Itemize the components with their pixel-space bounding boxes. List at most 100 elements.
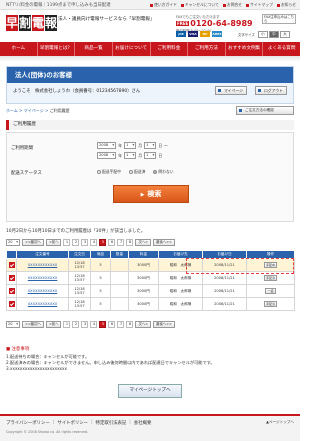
top-bar: NTTリ/料金の電報｜1199点まで申し込みも当日配達 使い方ガイド キャンセル…: [0, 0, 300, 10]
search-panel: ご利用期間 2008年 1月 1日 〜 2008年 1月 1日 配送ステータス …: [6, 132, 294, 222]
mypage-button[interactable]: マイページ: [215, 86, 247, 95]
nav-pricing[interactable]: ご利用料金: [151, 42, 189, 56]
search-button[interactable]: ▶ 検索: [113, 185, 189, 203]
pager-prev[interactable]: <前へ: [45, 239, 62, 246]
footer-link-sitepolicy[interactable]: サイトポリシー: [57, 420, 88, 426]
pager-page[interactable]: 2: [72, 239, 80, 246]
pager-page[interactable]: 4: [90, 321, 98, 328]
pager-page-current[interactable]: 5: [99, 321, 107, 328]
nav-templates[interactable]: おすすめ文例集: [226, 42, 264, 56]
font-size-large-button[interactable]: 大: [279, 31, 290, 38]
freedial-icon: FREE: [176, 21, 190, 26]
pager-first[interactable]: <<最初へ: [22, 321, 44, 328]
order-dest: 昭和 太郎様: [158, 258, 203, 272]
table-row: XXXXXXXXXXXX 12/18 13:57 5 3000円 昭和 太郎様 …: [6, 271, 295, 285]
order-qty: [110, 284, 129, 298]
top-link-news[interactable]: お知らせ: [276, 2, 296, 8]
to-day-select[interactable]: 1: [144, 152, 157, 159]
nav-howto[interactable]: ご利用方法: [188, 42, 226, 56]
fax-order-link[interactable]: FAX注申込みはこちら: [262, 14, 296, 24]
order-price: 3000円: [128, 271, 159, 285]
back-to-mypage-button[interactable]: マイページトップへ: [118, 384, 182, 398]
from-month-select[interactable]: 1: [123, 142, 137, 149]
per-page-select[interactable]: 20: [6, 239, 20, 246]
order-delivery: 2008/11/21: [202, 297, 247, 311]
pager-page[interactable]: 4: [90, 239, 98, 246]
order-number-link[interactable]: XXXXXXXXXXXX: [28, 276, 58, 280]
checkbox-icon[interactable]: [8, 274, 15, 281]
order-date: 12/18 13:57: [68, 271, 91, 285]
order-number-link[interactable]: XXXXXXXXXXXX: [28, 263, 58, 267]
logout-button[interactable]: ログアウト: [255, 86, 287, 95]
order-number-link[interactable]: XXXXXXXXXXXX: [28, 302, 58, 306]
pager-first[interactable]: <<最初へ: [22, 239, 44, 246]
font-size-small-button[interactable]: 小: [257, 31, 268, 38]
font-size-medium-button[interactable]: 中: [268, 31, 279, 38]
nav-delivery[interactable]: お届けについて: [113, 42, 151, 56]
pager-page[interactable]: 8: [126, 321, 134, 328]
pager-last[interactable]: 最後へ>>: [153, 321, 175, 328]
footer-link-company[interactable]: 会社概要: [134, 420, 152, 426]
jcb-card-icon: JCB: [176, 31, 186, 37]
from-day-select[interactable]: 1: [144, 142, 157, 149]
nav-home[interactable]: ホーム: [0, 42, 38, 56]
site-logo[interactable]: 早 割 電 報: [6, 15, 58, 31]
per-page-select[interactable]: 20: [6, 321, 20, 328]
order-action-button[interactable]: 一括: [265, 288, 276, 294]
col-header-delivery: お届け日: [202, 250, 247, 259]
to-month-select[interactable]: 1: [123, 152, 137, 159]
result-summary: 10月2日から10月10日までのご利用履歴は「30件」が該当しました。: [6, 229, 146, 234]
nav-faq[interactable]: よくある質問: [263, 42, 300, 56]
col-header-order-no: 注文番号: [16, 250, 69, 259]
breadcrumb-home[interactable]: ホーム: [6, 108, 18, 113]
footer-link-privacy[interactable]: プライバシーポリシー: [6, 420, 50, 426]
order-delivery: 2008/11/21: [202, 271, 247, 285]
pager-top: 20 <<最初へ <前へ 1 2 3 4 5 6 7 8 次へ> 最後へ>>: [6, 238, 294, 247]
top-link-cancel[interactable]: キャンセルについて: [180, 2, 219, 8]
checkbox-icon[interactable]: [8, 287, 15, 294]
pager-page[interactable]: 2: [72, 321, 80, 328]
nav-products[interactable]: 商品一覧: [75, 42, 113, 56]
breadcrumb-mypage[interactable]: マイページ: [24, 108, 44, 113]
top-link-contact[interactable]: お問合せ: [222, 2, 242, 8]
card-brands: JCB VISA MC AMEX: [176, 31, 222, 37]
order-number-link[interactable]: XXXXXXXXXXXX: [28, 289, 58, 293]
status-radio-pending[interactable]: 配送手配中: [97, 169, 121, 175]
checkbox-icon[interactable]: [8, 300, 15, 307]
order-action-button[interactable]: 手配中: [263, 262, 277, 268]
pager-page[interactable]: 8: [126, 239, 134, 246]
pager-prev[interactable]: <前へ: [45, 321, 62, 328]
top-link-guide[interactable]: 使い方ガイド: [150, 2, 177, 8]
pager-page[interactable]: 1: [63, 321, 71, 328]
order-action-button[interactable]: 手配済: [263, 275, 277, 281]
to-year-select[interactable]: 2008: [97, 152, 117, 159]
pager-next[interactable]: 次へ>: [135, 239, 152, 246]
pager-page[interactable]: 3: [81, 239, 89, 246]
footer-link-law[interactable]: 特定取引法表記: [96, 420, 127, 426]
order-delivery: 2008/11/21: [202, 258, 247, 272]
order-price: 3000円: [128, 258, 159, 272]
order-howto-button[interactable]: ご注文方法の確認: [236, 106, 294, 115]
checkbox-icon[interactable]: [8, 261, 15, 268]
radio-icon: [153, 170, 158, 174]
pager-last[interactable]: 最後へ>>: [153, 239, 175, 246]
pager-page-current[interactable]: 5: [99, 239, 107, 246]
pager-page[interactable]: 7: [117, 321, 125, 328]
status-radio-delivered[interactable]: 配送済: [128, 169, 145, 175]
pager-page[interactable]: 6: [108, 239, 116, 246]
status-radio-any[interactable]: 問わない: [153, 169, 174, 175]
nav-about[interactable]: 早割電報とは？: [38, 42, 76, 56]
from-year-select[interactable]: 2008: [97, 142, 117, 149]
order-delivery: 2008/11/21: [202, 284, 247, 298]
pager-page[interactable]: 6: [108, 321, 116, 328]
page-top-link[interactable]: ▲ページトップへ: [266, 420, 294, 425]
order-action-button[interactable]: 手配済: [263, 301, 277, 307]
order-date: 12/18 13:57: [68, 297, 91, 311]
pager-page[interactable]: 7: [117, 239, 125, 246]
pager-page[interactable]: 1: [63, 239, 71, 246]
pager-next[interactable]: 次へ>: [135, 321, 152, 328]
footer-links: プライバシーポリシー | サイトポリシー | 特定取引法表記 | 会社概要: [6, 420, 152, 426]
top-link-sitemap[interactable]: サイトマップ: [246, 2, 273, 8]
pager-page[interactable]: 3: [81, 321, 89, 328]
order-qty: [110, 297, 129, 311]
